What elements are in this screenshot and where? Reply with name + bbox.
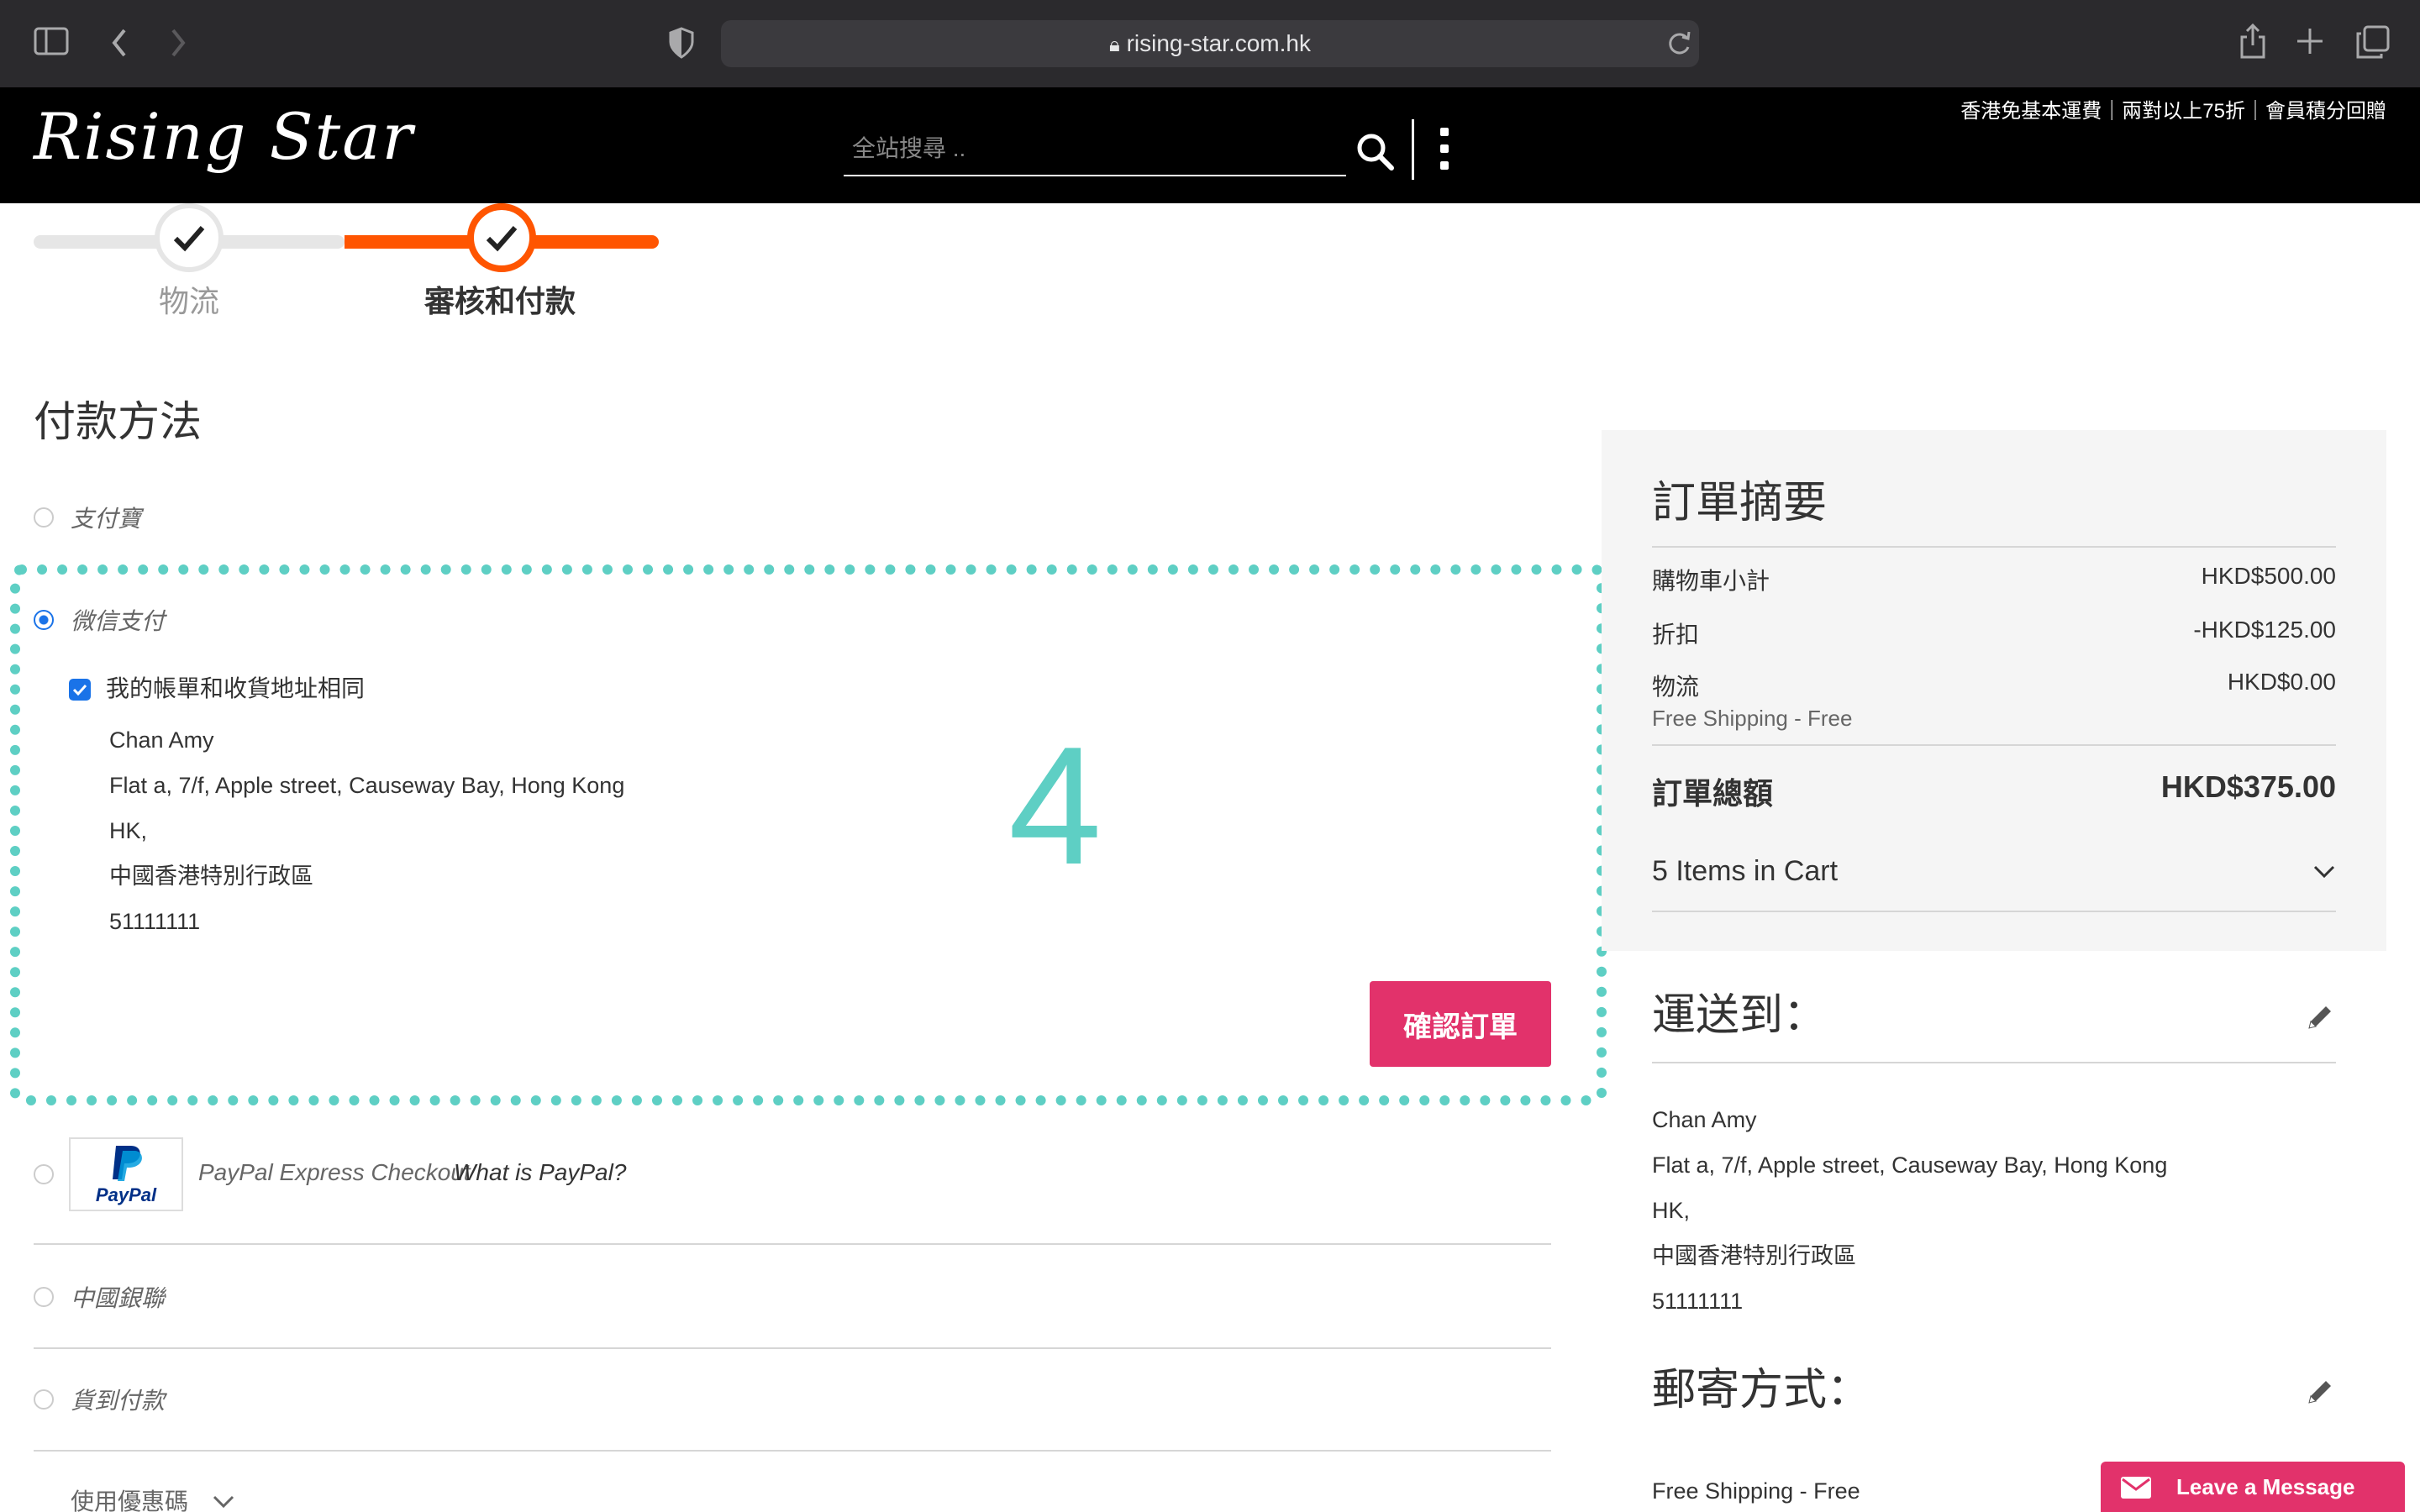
paypal-logo: PayPal bbox=[69, 1137, 183, 1211]
search-icon[interactable] bbox=[1355, 131, 1397, 173]
shipping-value: HKD$0.00 bbox=[2227, 669, 2336, 695]
new-tab-icon[interactable] bbox=[2296, 27, 2324, 60]
envelope-icon bbox=[2121, 1477, 2151, 1499]
step-shipping-indicator[interactable] bbox=[155, 203, 224, 272]
address-bar[interactable]: 🔒︎ rising-star.com.hk bbox=[721, 20, 1699, 67]
lock-icon: 🔒︎ bbox=[1109, 34, 1120, 56]
ship-region: 中國香港特別行政區 bbox=[1652, 1243, 1856, 1268]
divider bbox=[34, 1347, 1551, 1349]
same-address-checkbox[interactable] bbox=[69, 679, 91, 701]
what-is-paypal-link[interactable]: What is PayPal? bbox=[454, 1159, 626, 1186]
paypal-logo-text: PayPal bbox=[95, 1184, 157, 1205]
step-review-indicator bbox=[467, 203, 536, 272]
divider bbox=[34, 1243, 1551, 1245]
leave-message-button[interactable]: Leave a Message bbox=[2101, 1462, 2405, 1512]
edit-shipping-method-pencil-icon[interactable] bbox=[2304, 1378, 2334, 1408]
paypal-p-icon bbox=[113, 1146, 142, 1181]
search-input[interactable] bbox=[844, 123, 1346, 176]
forward-icon[interactable] bbox=[168, 27, 188, 63]
divider bbox=[1652, 546, 2336, 548]
step-review-label: 審核和付款 bbox=[424, 284, 576, 318]
check-icon bbox=[72, 684, 87, 696]
confirm-order-button[interactable]: 確認訂單 bbox=[1370, 981, 1551, 1067]
discount-value: -HKD$125.00 bbox=[2193, 617, 2336, 643]
back-icon[interactable] bbox=[109, 27, 129, 63]
payment-title: 付款方法 bbox=[34, 398, 202, 445]
ship-to-title: 運送到： bbox=[1652, 991, 1828, 1040]
divider bbox=[1652, 1062, 2336, 1063]
chevron-down-icon bbox=[2313, 865, 2335, 878]
ship-phone: 51111111 bbox=[1652, 1289, 1744, 1314]
tab-overview-icon[interactable] bbox=[2356, 25, 2390, 63]
unionpay-label[interactable]: 中國銀聯 bbox=[71, 1280, 165, 1314]
coupon-label: 使用優惠碼 bbox=[71, 1488, 189, 1512]
order-summary-title: 訂單摘要 bbox=[1652, 479, 1828, 528]
privacy-shield-icon[interactable] bbox=[669, 27, 694, 63]
shipping-label: 物流 bbox=[1652, 674, 1700, 700]
billing-country: HK, bbox=[109, 818, 148, 843]
items-in-cart-toggle[interactable]: 5 Items in Cart bbox=[1652, 855, 2336, 888]
coupon-toggle[interactable]: 使用優惠碼 bbox=[71, 1483, 235, 1512]
shipping-row: 物流 HKD$0.00 bbox=[1652, 669, 2336, 702]
divider bbox=[1652, 744, 2336, 746]
alipay-label[interactable]: 支付寶 bbox=[71, 501, 141, 534]
cash-on-delivery-label[interactable]: 貨到付款 bbox=[71, 1383, 165, 1416]
billing-region: 中國香港特別行政區 bbox=[109, 864, 313, 889]
radio-alipay[interactable] bbox=[34, 507, 54, 528]
billing-name: Chan Amy bbox=[109, 727, 214, 753]
order-total-row: 訂單總額 HKD$375.00 bbox=[1652, 769, 2336, 813]
discount-label: 折扣 bbox=[1652, 622, 1700, 648]
subtotal-label: 購物車小計 bbox=[1652, 568, 1770, 594]
order-total-value: HKD$375.00 bbox=[2160, 769, 2336, 804]
chevron-down-icon bbox=[213, 1495, 234, 1509]
radio-cash-on-delivery[interactable] bbox=[34, 1389, 54, 1410]
edit-ship-to-pencil-icon[interactable] bbox=[2304, 1003, 2334, 1033]
shipping-method-note: Free Shipping - Free bbox=[1652, 706, 1853, 731]
ship-street: Flat a, 7/f, Apple street, Causeway Bay,… bbox=[1652, 1152, 2168, 1178]
shipping-address: Chan Amy Flat a, 7/f, Apple street, Caus… bbox=[1652, 1097, 2167, 1324]
reload-icon[interactable] bbox=[1665, 29, 1692, 61]
items-in-cart-label: 5 Items in Cart bbox=[1652, 855, 1839, 887]
promo-banner: 香港免基本運費｜兩對以上75折｜會員積分回贈 bbox=[1960, 100, 2386, 123]
paypal-label[interactable]: PayPal Express Checkout bbox=[198, 1159, 471, 1186]
menu-kebab-icon[interactable] bbox=[1439, 128, 1450, 171]
site-logo[interactable]: Rising Star bbox=[34, 99, 414, 174]
url-text: 🔒︎ rising-star.com.hk bbox=[1109, 30, 1311, 56]
wechat-pay-label[interactable]: 微信支付 bbox=[71, 603, 165, 637]
billing-phone: 51111111 bbox=[109, 909, 201, 934]
divider bbox=[1652, 911, 2336, 912]
check-icon bbox=[173, 226, 205, 252]
annotation-number: 4 bbox=[1008, 712, 1102, 900]
radio-paypal[interactable] bbox=[34, 1164, 54, 1184]
divider bbox=[34, 1450, 1551, 1452]
billing-street: Flat a, 7/f, Apple street, Causeway Bay,… bbox=[109, 773, 625, 798]
order-total-label: 訂單總額 bbox=[1652, 776, 1774, 811]
step-shipping-label[interactable]: 物流 bbox=[118, 277, 260, 321]
shipping-method-title: 郵寄方式： bbox=[1652, 1366, 1871, 1415]
billing-address: Chan Amy Flat a, 7/f, Apple street, Caus… bbox=[109, 717, 624, 944]
header-divider bbox=[1412, 119, 1414, 180]
leave-message-label: Leave a Message bbox=[2176, 1473, 2355, 1499]
ship-country: HK, bbox=[1652, 1198, 1691, 1223]
check-icon bbox=[486, 226, 518, 252]
radio-wechat-pay[interactable] bbox=[34, 610, 54, 630]
ship-name: Chan Amy bbox=[1652, 1107, 1757, 1132]
share-icon[interactable] bbox=[2238, 23, 2267, 63]
subtotal-row: 購物車小計 HKD$500.00 bbox=[1652, 563, 2336, 596]
discount-row: 折扣 -HKD$125.00 bbox=[1652, 617, 2336, 650]
subtotal-value: HKD$500.00 bbox=[2201, 563, 2336, 589]
same-address-label[interactable]: 我的帳單和收貨地址相同 bbox=[106, 670, 365, 704]
radio-unionpay[interactable] bbox=[34, 1287, 54, 1307]
sidebar-toggle-icon[interactable] bbox=[34, 27, 69, 61]
shipping-method-value: Free Shipping - Free bbox=[1652, 1478, 1860, 1504]
